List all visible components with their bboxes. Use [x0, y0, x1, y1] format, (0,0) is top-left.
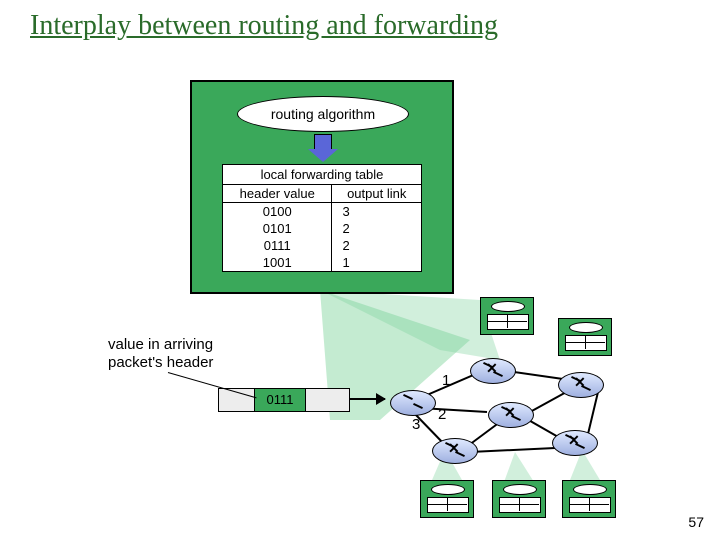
mini-router-table [480, 297, 534, 335]
mini-router-table [562, 480, 616, 518]
forwarding-table: local forwarding table header value outp… [222, 164, 422, 272]
packet-header-value: 0111 [254, 389, 306, 411]
down-arrow-icon [314, 134, 332, 150]
router-icon [390, 390, 436, 416]
arriving-label-line2: packet's header [108, 354, 213, 371]
mini-router-table [492, 480, 546, 518]
port-label-3: 3 [412, 416, 420, 433]
forwarding-table-caption: local forwarding table [223, 165, 422, 185]
x-mark-icon: ✕ [448, 440, 460, 457]
x-mark-icon: ✕ [504, 404, 516, 421]
right-arrow-icon [349, 398, 385, 400]
table-row: 1001 1 [223, 254, 422, 272]
mini-router-table [558, 318, 612, 356]
x-mark-icon: ✕ [568, 432, 580, 449]
cell-ol: 3 [332, 203, 422, 221]
cell-ol: 2 [332, 237, 422, 254]
cell-ol: 2 [332, 220, 422, 237]
cell-hv: 1001 [223, 254, 332, 272]
main-router-box: routing algorithm local forwarding table… [190, 80, 454, 294]
arriving-label-line1: value in arriving [108, 336, 213, 353]
page-number: 57 [688, 514, 704, 530]
port-label-1: 1 [442, 372, 450, 389]
x-mark-icon: ✕ [574, 374, 586, 391]
cell-hv: 0111 [223, 237, 332, 254]
cell-hv: 0101 [223, 220, 332, 237]
table-row: 0101 2 [223, 220, 422, 237]
cell-hv: 0100 [223, 203, 332, 221]
mini-router-table [420, 480, 474, 518]
col-output-link: output link [332, 185, 422, 203]
port-label-2: 2 [438, 406, 446, 423]
col-header-value: header value [223, 185, 332, 203]
table-row: 0111 2 [223, 237, 422, 254]
x-mark-icon: ✕ [486, 360, 498, 377]
routing-algorithm-oval: routing algorithm [237, 96, 409, 132]
cell-ol: 1 [332, 254, 422, 272]
table-row: 0100 3 [223, 203, 422, 221]
arriving-packet-label: value in arriving packet's header [108, 336, 213, 372]
